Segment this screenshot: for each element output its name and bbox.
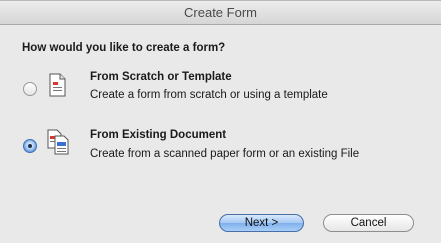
next-button[interactable]: Next > bbox=[219, 214, 304, 232]
from-scratch-description: Create a form from scratch or using a te… bbox=[90, 89, 328, 101]
from-existing-description: Create from a scanned paper form or an e… bbox=[90, 148, 360, 160]
cancel-button[interactable]: Cancel bbox=[323, 214, 414, 232]
existing-document-icon bbox=[47, 129, 69, 155]
title-bar[interactable]: Create Form bbox=[0, 1, 441, 25]
from-existing-title: From Existing Document bbox=[90, 129, 227, 141]
window-title: Create Form bbox=[184, 5, 257, 20]
blank-document-icon bbox=[49, 73, 66, 97]
from-existing-radio[interactable] bbox=[23, 139, 37, 153]
from-scratch-radio[interactable] bbox=[23, 82, 37, 96]
create-form-dialog: Create Form How would you like to create… bbox=[0, 0, 441, 243]
radio-selected-dot bbox=[28, 144, 32, 148]
prompt-question: How would you like to create a form? bbox=[22, 42, 226, 54]
from-scratch-title: From Scratch or Template bbox=[90, 71, 232, 83]
